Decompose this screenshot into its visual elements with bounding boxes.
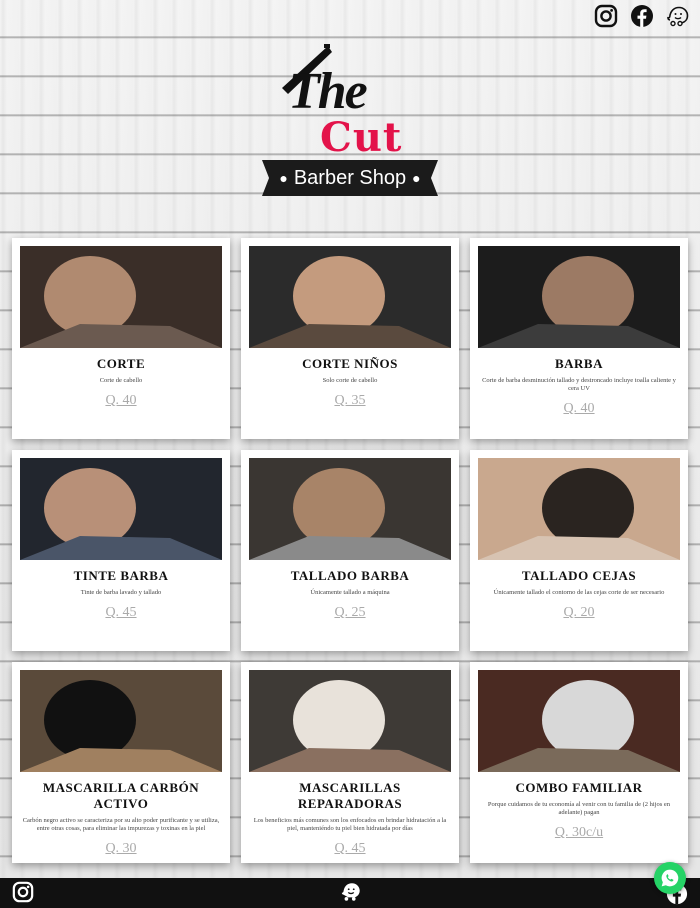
whatsapp-button[interactable] (654, 862, 686, 894)
services-grid: CORTE Corte de cabello Q. 40 CORTE NIÑOS… (12, 238, 688, 863)
service-description: Únicamente tallado a máquina (310, 589, 390, 596)
service-description: Carbón negro activo se caracteriza por s… (22, 817, 220, 832)
waze-icon[interactable] (666, 4, 690, 28)
service-card[interactable]: TINTE BARBA Tinte de barba lavado y tall… (12, 450, 230, 651)
service-name: TALLADO CEJAS (521, 568, 637, 583)
service-price-link[interactable]: Q. 40 (563, 401, 594, 417)
logo-the: The (288, 63, 368, 120)
footer-bar (0, 878, 700, 908)
service-card[interactable]: MASCARILLA CARBÓN ACTIVO Carbón negro ac… (12, 662, 230, 863)
service-card[interactable]: COMBO FAMILIAR Porque cuidamos de tu eco… (470, 662, 688, 863)
header-social-icons (594, 4, 690, 28)
service-photo (249, 458, 451, 560)
service-photo (478, 246, 680, 348)
waze-icon[interactable] (340, 881, 362, 903)
instagram-icon[interactable] (594, 4, 618, 28)
service-photo (20, 246, 222, 348)
logo-banner: ● Barber Shop ● (262, 160, 438, 196)
service-price-link[interactable]: Q. 45 (105, 605, 136, 621)
service-photo (20, 670, 222, 772)
service-description: Solo corte de cabello (322, 377, 378, 384)
service-price-link[interactable]: Q. 35 (334, 393, 365, 409)
service-price-link[interactable]: Q. 25 (334, 605, 365, 621)
service-price-link[interactable]: Q. 20 (563, 605, 594, 621)
service-photo (478, 670, 680, 772)
service-price-link[interactable]: Q. 45 (334, 841, 365, 857)
service-name: MASCARILLAS REPARADORAS (297, 780, 403, 811)
service-description: Tinte de barba lavado y tallado (80, 589, 162, 596)
service-price-link[interactable]: Q. 30 (105, 841, 136, 857)
service-description: Los beneficios más comunes son los enfoc… (253, 817, 447, 832)
facebook-icon[interactable] (630, 4, 654, 28)
service-card[interactable]: TALLADO CEJAS Únicamente tallado el cont… (470, 450, 688, 651)
logo-banner-text: Barber Shop (293, 166, 407, 189)
service-card[interactable]: CORTE Corte de cabello Q. 40 (12, 238, 230, 439)
service-name: CORTE (96, 356, 146, 371)
service-card[interactable]: MASCARILLAS REPARADORAS Los beneficios m… (241, 662, 459, 863)
service-card[interactable]: BARBA Corte de barba desminución tallado… (470, 238, 688, 439)
service-description: Únicamente tallado el contorno de las ce… (493, 589, 665, 596)
service-name: CORTE NIÑOS (302, 356, 398, 371)
service-name: TINTE BARBA (73, 568, 169, 583)
service-name: TALLADO BARBA (290, 568, 410, 583)
service-card[interactable]: TALLADO BARBA Únicamente tallado a máqui… (241, 450, 459, 651)
service-card[interactable]: CORTE NIÑOS Solo corte de cabello Q. 35 (241, 238, 459, 439)
service-photo (249, 670, 451, 772)
service-price-link[interactable]: Q. 30c/u (555, 825, 603, 841)
service-photo (249, 246, 451, 348)
service-name: BARBA (554, 356, 603, 371)
service-description: Corte de barba desminución tallado y des… (482, 377, 676, 392)
service-photo (478, 458, 680, 560)
service-description: Porque cuidamos de tu economía al venir … (487, 801, 671, 816)
service-description: Corte de cabello (99, 377, 143, 384)
service-photo (20, 458, 222, 560)
whatsapp-icon (661, 869, 679, 887)
service-name: COMBO FAMILIAR (515, 780, 643, 795)
brand-logo: The Cut ● Barber Shop ● (258, 44, 442, 200)
instagram-icon[interactable] (12, 881, 34, 903)
logo-cut: Cut (320, 114, 403, 161)
service-name: MASCARILLA CARBÓN ACTIVO (42, 780, 200, 811)
service-price-link[interactable]: Q. 40 (105, 393, 136, 409)
